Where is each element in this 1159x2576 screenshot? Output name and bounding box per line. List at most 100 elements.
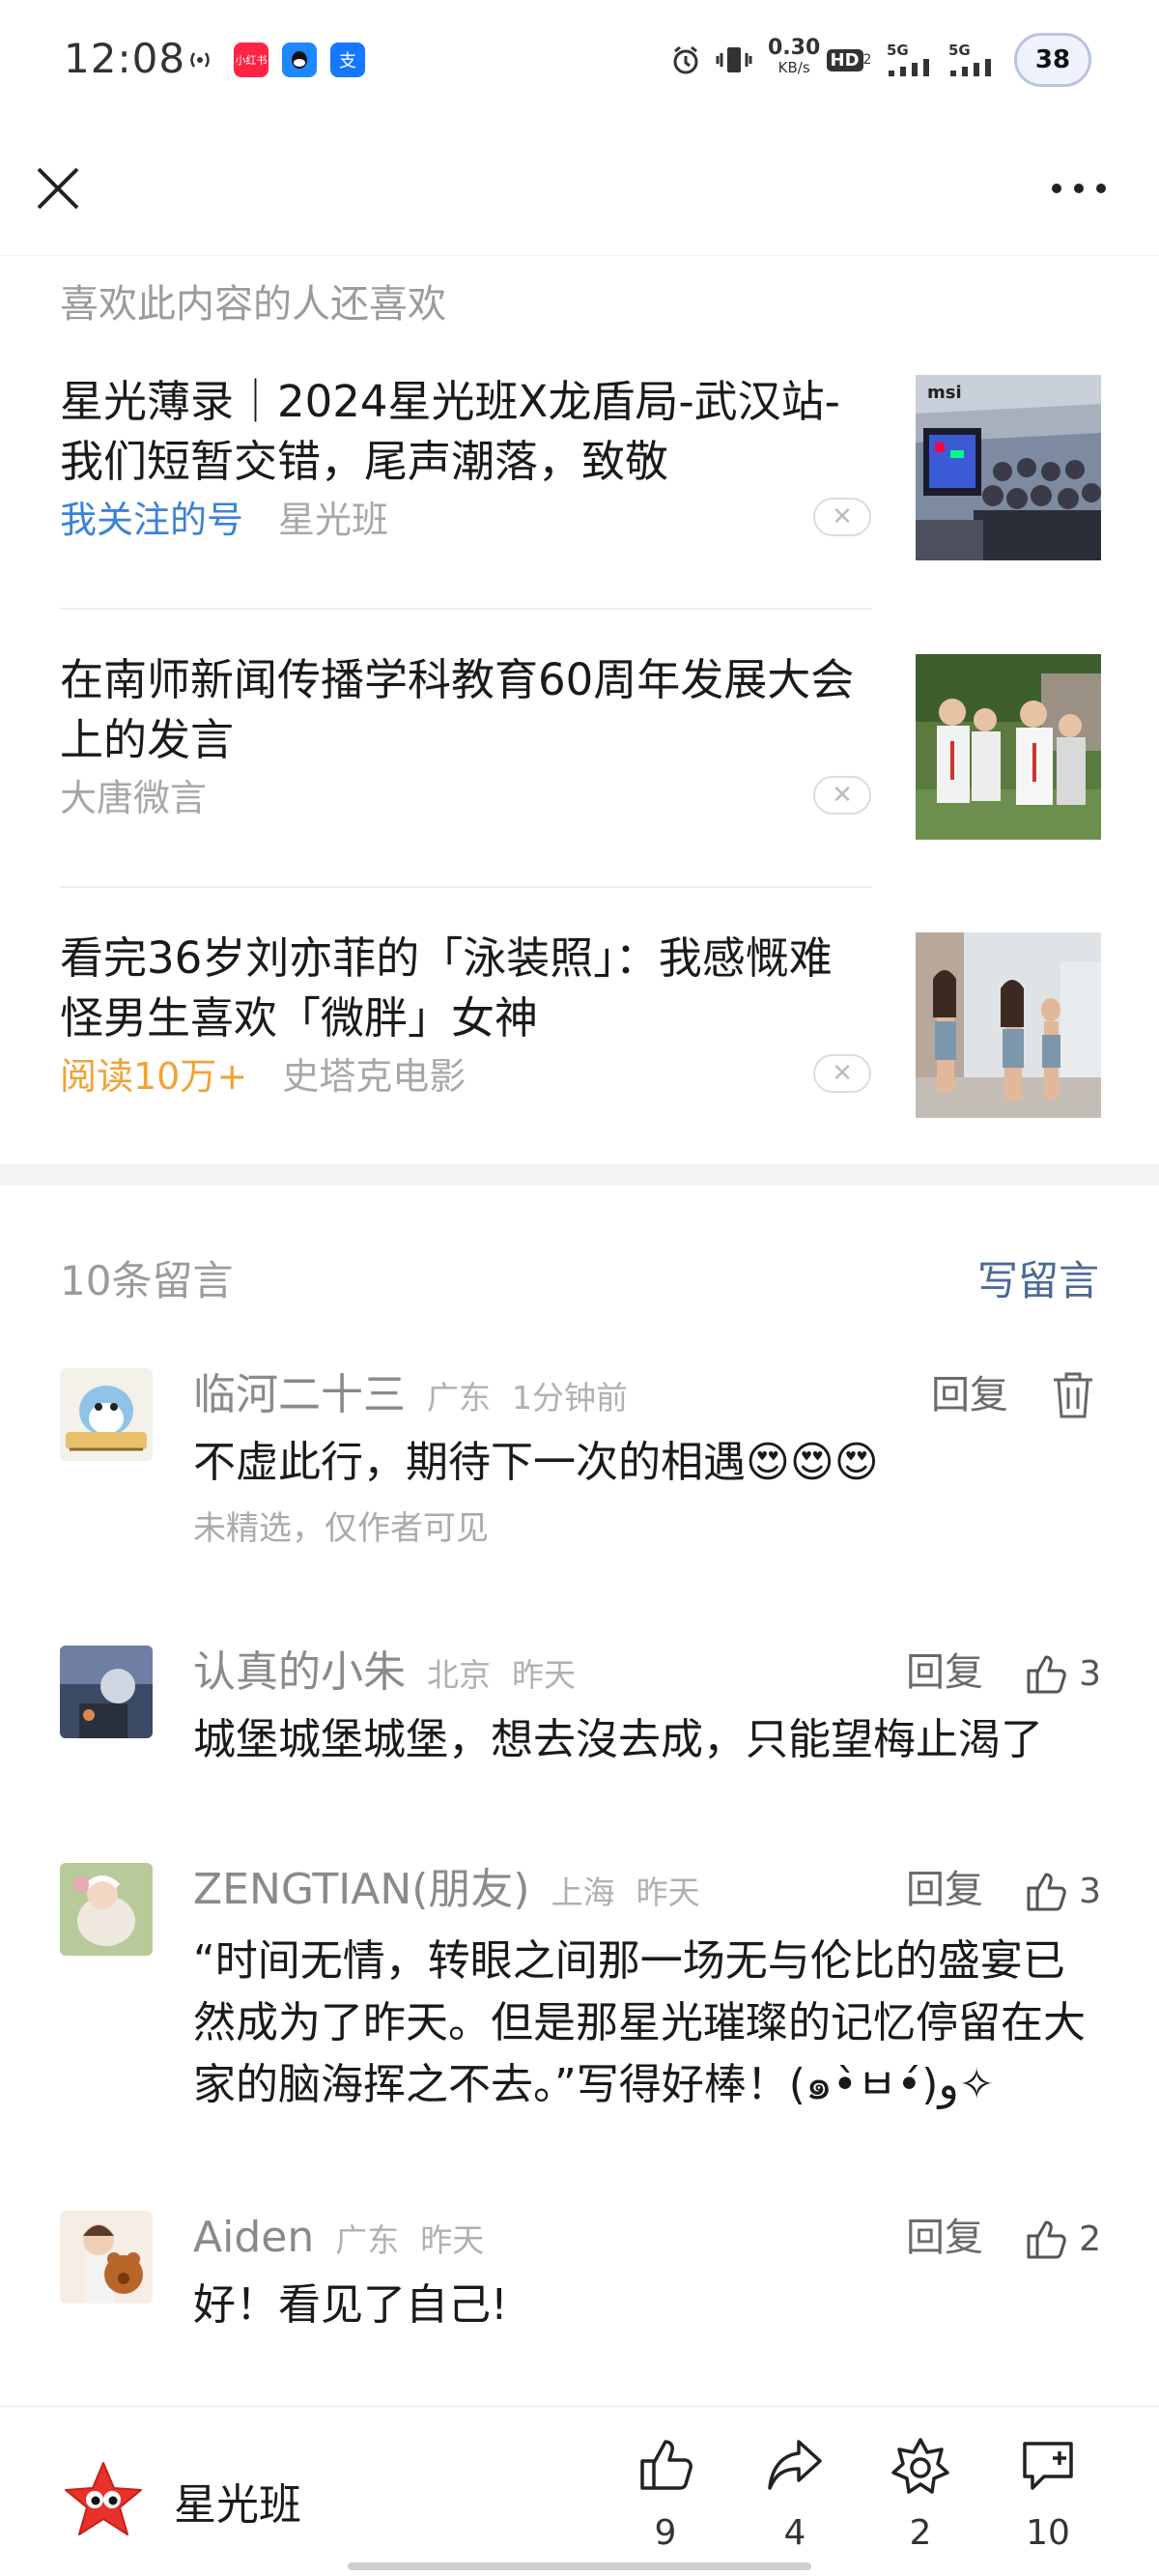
vibrate-icon — [715, 43, 753, 77]
reply-button[interactable]: 回复 — [906, 1863, 983, 1917]
commenter-location: 广东 — [335, 2221, 400, 2259]
like-button[interactable]: 9 — [612, 2436, 719, 2571]
reply-button[interactable]: 回复 — [906, 2211, 983, 2265]
comment-time: 1分钟前 — [512, 1379, 628, 1417]
comment-time: 昨天 — [636, 1874, 700, 1911]
thumbs-up-icon — [640, 2440, 693, 2490]
comment-item: 认真的小朱 北京 昨天 城堡城堡城堡，想去沒去成，只能望梅止渴了 回复 3 — [60, 1646, 1101, 1781]
avatar[interactable] — [60, 1368, 153, 1461]
comment-button[interactable]: 10 — [995, 2436, 1101, 2571]
related-section-title: 喜欢此内容的人还喜欢 — [60, 282, 446, 327]
dismiss-button[interactable]: ✕ — [813, 498, 871, 536]
top-nav-bar — [0, 121, 1159, 256]
thumbs-up-icon — [1027, 1655, 1066, 1694]
close-button[interactable] — [29, 159, 87, 217]
comment-text: “时间无情，转眼之间那一场无与伦比的盛宴已然成为了昨天。但是那星光璀璨的记忆停留… — [193, 1936, 1086, 2109]
article-thumbnail[interactable] — [916, 654, 1101, 840]
like-count: 2 — [1079, 2218, 1101, 2259]
dismiss-button[interactable]: ✕ — [813, 776, 871, 815]
wow-count: 2 — [909, 2513, 932, 2553]
avatar[interactable] — [60, 2211, 153, 2304]
close-icon — [37, 167, 79, 210]
avatar[interactable] — [60, 1646, 153, 1738]
wow-button[interactable]: 2 — [867, 2436, 974, 2571]
close-icon: ✕ — [832, 781, 853, 810]
like-count: 9 — [654, 2513, 677, 2553]
comment-item: Aiden 广东 昨天 好！看见了自己! 回复 2 — [60, 2211, 1101, 2346]
more-options-button[interactable] — [1043, 167, 1120, 210]
xiaohongshu-icon: 小红书 — [234, 43, 269, 77]
comment-body: 认真的小朱 北京 昨天 城堡城堡城堡，想去沒去成，只能望梅止渴了 回复 3 — [193, 1646, 1101, 1771]
avatar[interactable] — [60, 1863, 153, 1956]
nfc-icon — [185, 43, 214, 77]
comment-time: 昨天 — [512, 1656, 576, 1694]
svg-text:msi: msi — [927, 383, 962, 403]
network-speed: 0.30 KB/s — [768, 36, 821, 77]
article-thumbnail[interactable]: msi — [916, 375, 1101, 560]
bottom-action-bar: 星光班 9 4 2 10 — [0, 2406, 1159, 2576]
comment-like-button[interactable]: 2 — [1025, 2215, 1101, 2263]
commenter-name[interactable]: ZENGTIAN(朋友) — [193, 1865, 530, 1914]
status-bar: 12:08 小红书 支 0.30 KB/s HD 2 5G 5G 38 — [0, 0, 1159, 121]
reply-button[interactable]: 回复 — [931, 1368, 1008, 1422]
divider — [60, 886, 871, 888]
flower-icon — [891, 2438, 949, 2494]
battery-indicator: 38 — [1014, 33, 1091, 87]
status-time: 12:08 — [64, 35, 186, 82]
article-meta: 大唐微言 — [60, 774, 871, 822]
comment-text: 不虚此行，期待下一次的相遇😍😍😍 — [193, 1438, 879, 1487]
article-source: 星光班 — [278, 499, 389, 541]
account-logo[interactable] — [60, 2457, 147, 2544]
close-icon: ✕ — [832, 1059, 853, 1088]
article-source: 大唐微言 — [60, 777, 208, 819]
comment-like-button[interactable]: 3 — [1025, 1867, 1101, 1915]
alipay-icon: 支 — [330, 43, 365, 77]
reply-button[interactable]: 回复 — [906, 1646, 983, 1700]
comment-add-icon — [1023, 2442, 1073, 2490]
divider — [60, 608, 871, 610]
write-comment-button[interactable]: 写留言 — [977, 1248, 1099, 1307]
comment-visibility-note: 未精选，仅作者可见 — [193, 1509, 489, 1548]
commenter-name[interactable]: Aiden — [193, 2213, 314, 2262]
comment-body: ZENGTIAN(朋友) 上海 昨天 “时间无情，转眼之间那一场无与伦比的盛宴已然成… — [193, 1863, 1101, 2116]
comment-count: 10条留言 — [60, 1257, 234, 1304]
commenter-name[interactable]: 认真的小朱 — [193, 1647, 406, 1697]
like-count: 3 — [1079, 1871, 1101, 1911]
article-thumbnail[interactable] — [916, 932, 1101, 1118]
close-icon: ✕ — [832, 502, 853, 531]
comment-body: Aiden 广东 昨天 好！看见了自己! 回复 2 — [193, 2211, 1101, 2336]
qq-icon — [282, 43, 317, 77]
article-meta: 我关注的号 星光班 — [60, 496, 871, 544]
comment-item: ZENGTIAN(朋友) 上海 昨天 “时间无情，转眼之间那一场无与伦比的盛宴已然成… — [60, 1863, 1101, 2114]
article-title: 在南师新闻传播学科教育60周年发展大会上的发言 — [60, 654, 855, 765]
home-indicator[interactable] — [348, 2562, 811, 2570]
account-name[interactable]: 星光班 — [174, 2470, 301, 2532]
commenter-location: 广东 — [427, 1379, 491, 1417]
article-meta: 阅读10万+ 史塔克电影 — [60, 1052, 871, 1101]
recommended-article[interactable]: 星光薄录｜2024星光班X龙盾局-武汉站-我们短暂交错，尾声潮落，致敬 我关注的… — [60, 372, 871, 544]
signal-1-icon: 5G — [887, 43, 941, 77]
trash-icon — [1054, 1372, 1092, 1418]
share-button[interactable]: 4 — [742, 2436, 848, 2571]
commenter-name[interactable]: 临河二十三 — [193, 1370, 406, 1419]
comment-time: 昨天 — [420, 2221, 485, 2259]
signal-2-icon: 5G — [948, 43, 1003, 77]
recommended-article[interactable]: 看完36岁刘亦菲的「泳装照」：我感慨难怪男生喜欢「微胖」女神 阅读10万+ 史塔克… — [60, 929, 871, 1101]
thumbs-up-icon — [1027, 2220, 1066, 2259]
comment-item: 临河二十三 广东 1分钟前 不虚此行，期待下一次的相遇😍😍😍 未精选，仅作者可见 回… — [60, 1368, 1101, 1561]
article-title: 看完36岁刘亦菲的「泳装照」：我感慨难怪男生喜欢「微胖」女神 — [60, 932, 833, 1044]
article-source: 史塔克电影 — [282, 1055, 466, 1098]
read-count-tag: 阅读10万+ — [60, 1055, 248, 1098]
comment-count-bottom: 10 — [1026, 2513, 1070, 2553]
hd-icon: HD 2 — [826, 43, 871, 77]
delete-button[interactable] — [1051, 1370, 1099, 1420]
recommended-article[interactable]: 在南师新闻传播学科教育60周年发展大会上的发言 大唐微言 ✕ — [60, 650, 871, 822]
followed-tag: 我关注的号 — [60, 499, 244, 541]
dismiss-button[interactable]: ✕ — [813, 1054, 871, 1093]
comment-like-button[interactable]: 3 — [1025, 1649, 1101, 1698]
like-count: 3 — [1079, 1653, 1101, 1694]
article-title: 星光薄录｜2024星光班X龙盾局-武汉站-我们短暂交错，尾声潮落，致敬 — [60, 376, 840, 487]
comment-text: 城堡城堡城堡，想去沒去成，只能望梅止渴了 — [193, 1715, 1043, 1764]
star-logo-icon — [65, 2462, 142, 2535]
share-count: 4 — [783, 2513, 806, 2553]
